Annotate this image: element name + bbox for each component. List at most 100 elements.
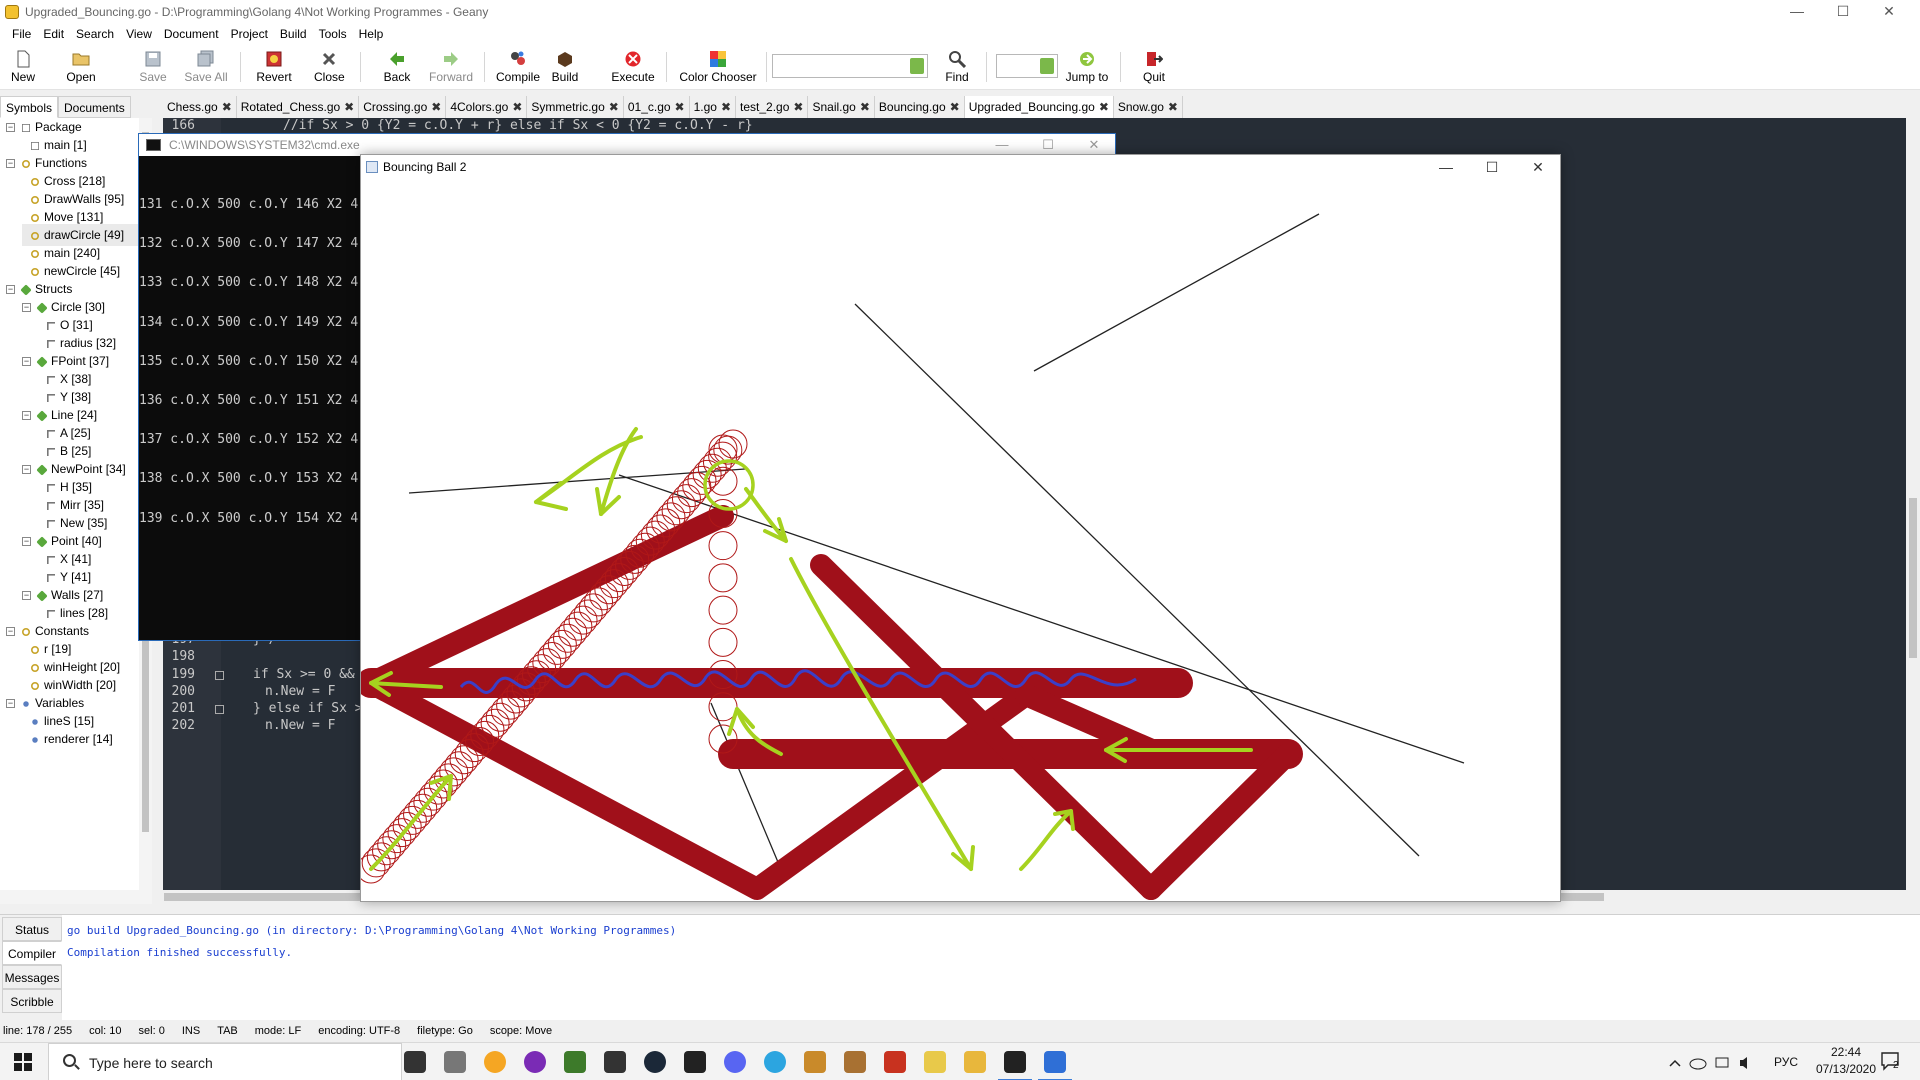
fold-marker-icon[interactable] <box>215 670 224 680</box>
editor-tab[interactable]: 1.go ✖ <box>690 96 737 118</box>
editor-tab[interactable]: Crossing.go ✖ <box>359 96 447 118</box>
minecraft-taskbar-icon[interactable] <box>564 1051 586 1073</box>
editor-tab[interactable]: Chess.go ✖ <box>163 96 237 118</box>
menu-document[interactable]: Document <box>158 27 225 41</box>
close-file-button[interactable]: Close <box>314 47 345 89</box>
cmd-close-button[interactable]: ✕ <box>1071 134 1117 156</box>
compile-button[interactable]: Compile <box>494 47 542 89</box>
tab-close-icon[interactable]: ✖ <box>512 100 522 114</box>
save-all-button[interactable]: Save All <box>184 47 228 89</box>
menu-file[interactable]: File <box>6 27 37 41</box>
tab-documents[interactable]: Documents <box>58 96 131 118</box>
cmd-titlebar[interactable]: C:\WINDOWS\SYSTEM32\cmd.exe — ☐ ✕ <box>139 134 1115 156</box>
tab-close-icon[interactable]: ✖ <box>675 100 685 114</box>
menu-help[interactable]: Help <box>353 27 390 41</box>
editor-tab[interactable]: Rotated_Chess.go ✖ <box>237 96 360 118</box>
system-tray-icons[interactable] <box>1668 1055 1788 1071</box>
quit-button[interactable]: Quit <box>1140 47 1168 89</box>
tree-expander-icon[interactable]: − <box>22 411 31 421</box>
menu-view[interactable]: View <box>120 27 158 41</box>
search-input[interactable] <box>772 54 928 78</box>
line-number-input[interactable] <box>996 54 1058 78</box>
editor-tab[interactable]: Snail.go ✖ <box>808 96 875 118</box>
forward-button[interactable]: Forward <box>428 47 474 89</box>
editor-tab[interactable]: Symmetric.go ✖ <box>527 96 624 118</box>
menu-tools[interactable]: Tools <box>313 27 353 41</box>
start-button[interactable] <box>14 1053 32 1071</box>
volume-icon[interactable] <box>1740 1057 1747 1069</box>
file-explorer-app-taskbar-icon[interactable] <box>444 1051 466 1073</box>
find-button[interactable]: Find <box>942 47 972 89</box>
color-chooser-button[interactable]: Color Chooser <box>678 47 758 89</box>
menu-search[interactable]: Search <box>70 27 120 41</box>
menu-build[interactable]: Build <box>274 27 313 41</box>
taskbar-search-box[interactable]: Type here to search <box>48 1043 402 1080</box>
back-button[interactable]: Back <box>380 47 414 89</box>
save-button[interactable]: Save <box>136 47 170 89</box>
editor-tab[interactable]: test_2.go ✖ <box>736 96 809 118</box>
chrome-taskbar-icon[interactable] <box>484 1051 506 1073</box>
tree-expander-icon[interactable]: − <box>6 123 15 133</box>
build-button[interactable]: Build <box>550 47 580 89</box>
tree-expander-icon[interactable]: − <box>6 699 15 709</box>
maximize-button[interactable]: ☐ <box>1820 0 1866 24</box>
tab-close-icon[interactable]: ✖ <box>344 100 354 114</box>
editor-vscrollbar[interactable] <box>1906 118 1920 890</box>
symbol-tree-item[interactable]: renderer [14] <box>22 728 150 750</box>
bouncing-ball-window[interactable]: Bouncing Ball 2 — ☐ ✕ <box>360 154 1561 902</box>
tab-close-icon[interactable]: ✖ <box>222 100 232 114</box>
tab-scribble[interactable]: Scribble <box>2 989 62 1013</box>
fold-marker-icon[interactable] <box>215 705 224 714</box>
cmd-minimize-button[interactable]: — <box>979 134 1025 156</box>
game-4-taskbar-icon[interactable] <box>924 1051 946 1073</box>
ball-close-button[interactable]: ✕ <box>1515 155 1561 179</box>
editor-tab[interactable]: 01_c.go ✖ <box>624 96 690 118</box>
cmd-taskbar-icon[interactable] <box>998 1051 1032 1080</box>
editor-tab[interactable]: Snow.go ✖ <box>1114 96 1183 118</box>
tab-close-icon[interactable]: ✖ <box>609 100 619 114</box>
clock[interactable]: 22:44 07/13/2020 <box>1814 1045 1878 1076</box>
editor-scroll-thumb[interactable] <box>1909 498 1917 658</box>
tree-expander-icon[interactable]: − <box>6 627 15 637</box>
game-3-taskbar-icon[interactable] <box>884 1051 906 1073</box>
tab-close-icon[interactable]: ✖ <box>950 100 960 114</box>
game-2-taskbar-icon[interactable] <box>844 1051 866 1073</box>
tab-close-icon[interactable]: ✖ <box>721 100 731 114</box>
cmd-maximize-button[interactable]: ☐ <box>1025 134 1071 156</box>
tab-close-icon[interactable]: ✖ <box>1168 100 1178 114</box>
open-button[interactable]: Open <box>64 47 98 89</box>
itunes-like-taskbar-icon[interactable] <box>604 1051 626 1073</box>
tab-status[interactable]: Status <box>2 917 62 941</box>
sidebar-hscrollbar[interactable] <box>0 890 152 904</box>
menu-edit[interactable]: Edit <box>37 27 70 41</box>
task-view-taskbar-icon[interactable] <box>404 1051 426 1073</box>
tab-symbols[interactable]: Symbols <box>0 96 59 118</box>
tab-close-icon[interactable]: ✖ <box>793 100 803 114</box>
tree-expander-icon[interactable]: − <box>6 159 15 169</box>
tree-expander-icon[interactable]: − <box>22 591 31 601</box>
new-button[interactable]: New <box>6 47 40 89</box>
notification-center-button[interactable]: 2 <box>1880 1051 1902 1071</box>
tree-expander-icon[interactable]: − <box>22 537 31 547</box>
editor-tab[interactable]: Bouncing.go ✖ <box>875 96 965 118</box>
keyboard-language[interactable]: РУС <box>1774 1055 1798 1069</box>
minimize-button[interactable]: — <box>1774 0 1820 24</box>
network-icon[interactable] <box>1715 1057 1729 1068</box>
tree-expander-icon[interactable]: − <box>6 285 15 295</box>
epic-games-taskbar-icon[interactable] <box>684 1051 706 1073</box>
ball-minimize-button[interactable]: — <box>1423 155 1469 179</box>
onedrive-icon[interactable] <box>1689 1058 1707 1070</box>
revert-button[interactable]: Revert <box>256 47 292 89</box>
folder-taskbar-icon[interactable] <box>964 1051 986 1073</box>
tree-expander-icon[interactable]: − <box>22 465 31 475</box>
discord-taskbar-icon[interactable] <box>724 1051 746 1073</box>
close-button[interactable]: ✕ <box>1866 0 1912 24</box>
tor-browser-taskbar-icon[interactable] <box>524 1051 546 1073</box>
tab-close-icon[interactable]: ✖ <box>431 100 441 114</box>
jump-to-button[interactable]: Jump to <box>1064 47 1110 89</box>
ball-titlebar[interactable]: Bouncing Ball 2 — ☐ ✕ <box>361 155 1560 179</box>
tab-messages[interactable]: Messages <box>2 965 62 989</box>
menu-project[interactable]: Project <box>225 27 274 41</box>
tab-close-icon[interactable]: ✖ <box>860 100 870 114</box>
execute-button[interactable]: Execute <box>610 47 656 89</box>
